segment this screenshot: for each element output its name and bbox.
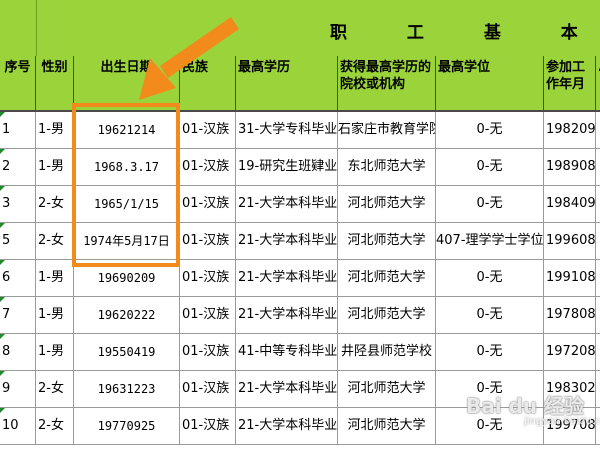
watermark-text: Bai du 经验 [466,394,585,418]
spreadsheet: 职 工 基 本 信 息 序号 性别 出生日期 民族 最高学历 获得最高学历的院校… [0,0,600,450]
watermark: Bai du 经验 [466,390,584,419]
pointer-arrow-icon [139,17,239,100]
watermark-url: jingyan.baidu.com [524,416,600,427]
